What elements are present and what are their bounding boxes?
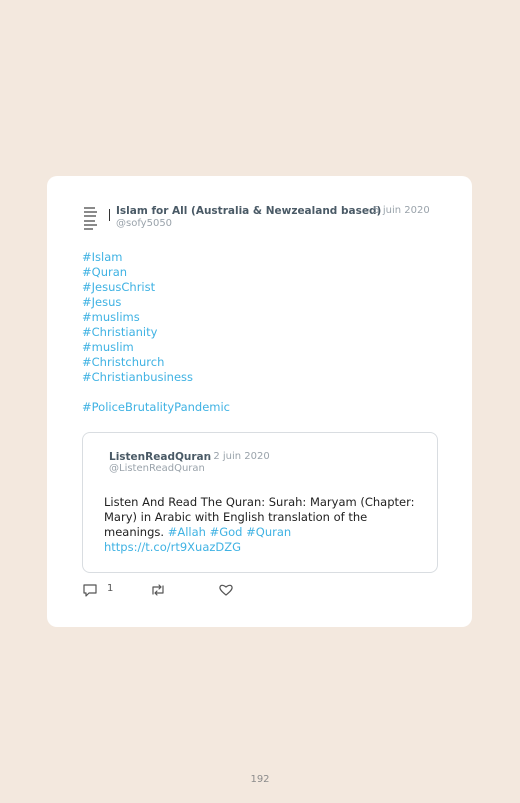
avatar-divider [109,209,110,221]
like-icon[interactable] [218,582,234,602]
quoted-date[interactable]: · 2 juin 2020 [207,451,270,462]
hashtag-link[interactable]: #Islam [82,250,230,265]
retweet-icon[interactable] [149,582,167,602]
quoted-handle[interactable]: @ListenReadQuran [109,463,205,474]
hashtag-link[interactable]: #Christchurch [82,355,230,370]
hashtag-link[interactable]: #Quran [82,265,230,280]
hashtag-link[interactable]: #Christianity [82,325,230,340]
hashtag-link[interactable]: #muslim [82,340,230,355]
hashtag-list: #Islam #Quran #JesusChrist #Jesus #musli… [82,250,230,415]
page-number: 192 [250,774,270,785]
hashtag-link[interactable]: #Jesus [82,295,230,310]
reply-count: 1 [107,583,114,594]
quoted-text: Listen And Read The Quran: Surah: Maryam… [104,495,422,555]
hashtag-link[interactable]: #JesusChrist [82,280,230,295]
hashtag-link[interactable]: #Quran [246,525,291,539]
hashtag-link[interactable]: #PoliceBrutalityPandemic [82,400,230,415]
quoted-author-name[interactable]: ListenReadQuran [109,451,211,463]
quoted-tweet[interactable]: ListenReadQuran · 2 juin 2020 @ListenRea… [82,432,438,573]
tweet-card: Islam for All (Australia & Newzealand ba… [47,176,472,627]
hashtag-link[interactable]: #God [210,525,243,539]
reply-icon[interactable] [82,582,98,602]
tweet-url-link[interactable]: https://t.co/rt9XuazDZG [104,540,241,554]
author-handle[interactable]: @sofy5050 [116,218,172,229]
hashtag-link[interactable]: #Allah [168,525,206,539]
tweet-date[interactable]: · 5 juin 2020 [367,205,430,216]
avatar[interactable] [81,204,103,232]
author-name[interactable]: Islam for All (Australia & Newzealand ba… [116,205,381,217]
hashtag-link[interactable]: #muslims [82,310,230,325]
hashtag-link[interactable]: #Christianbusiness [82,370,230,385]
